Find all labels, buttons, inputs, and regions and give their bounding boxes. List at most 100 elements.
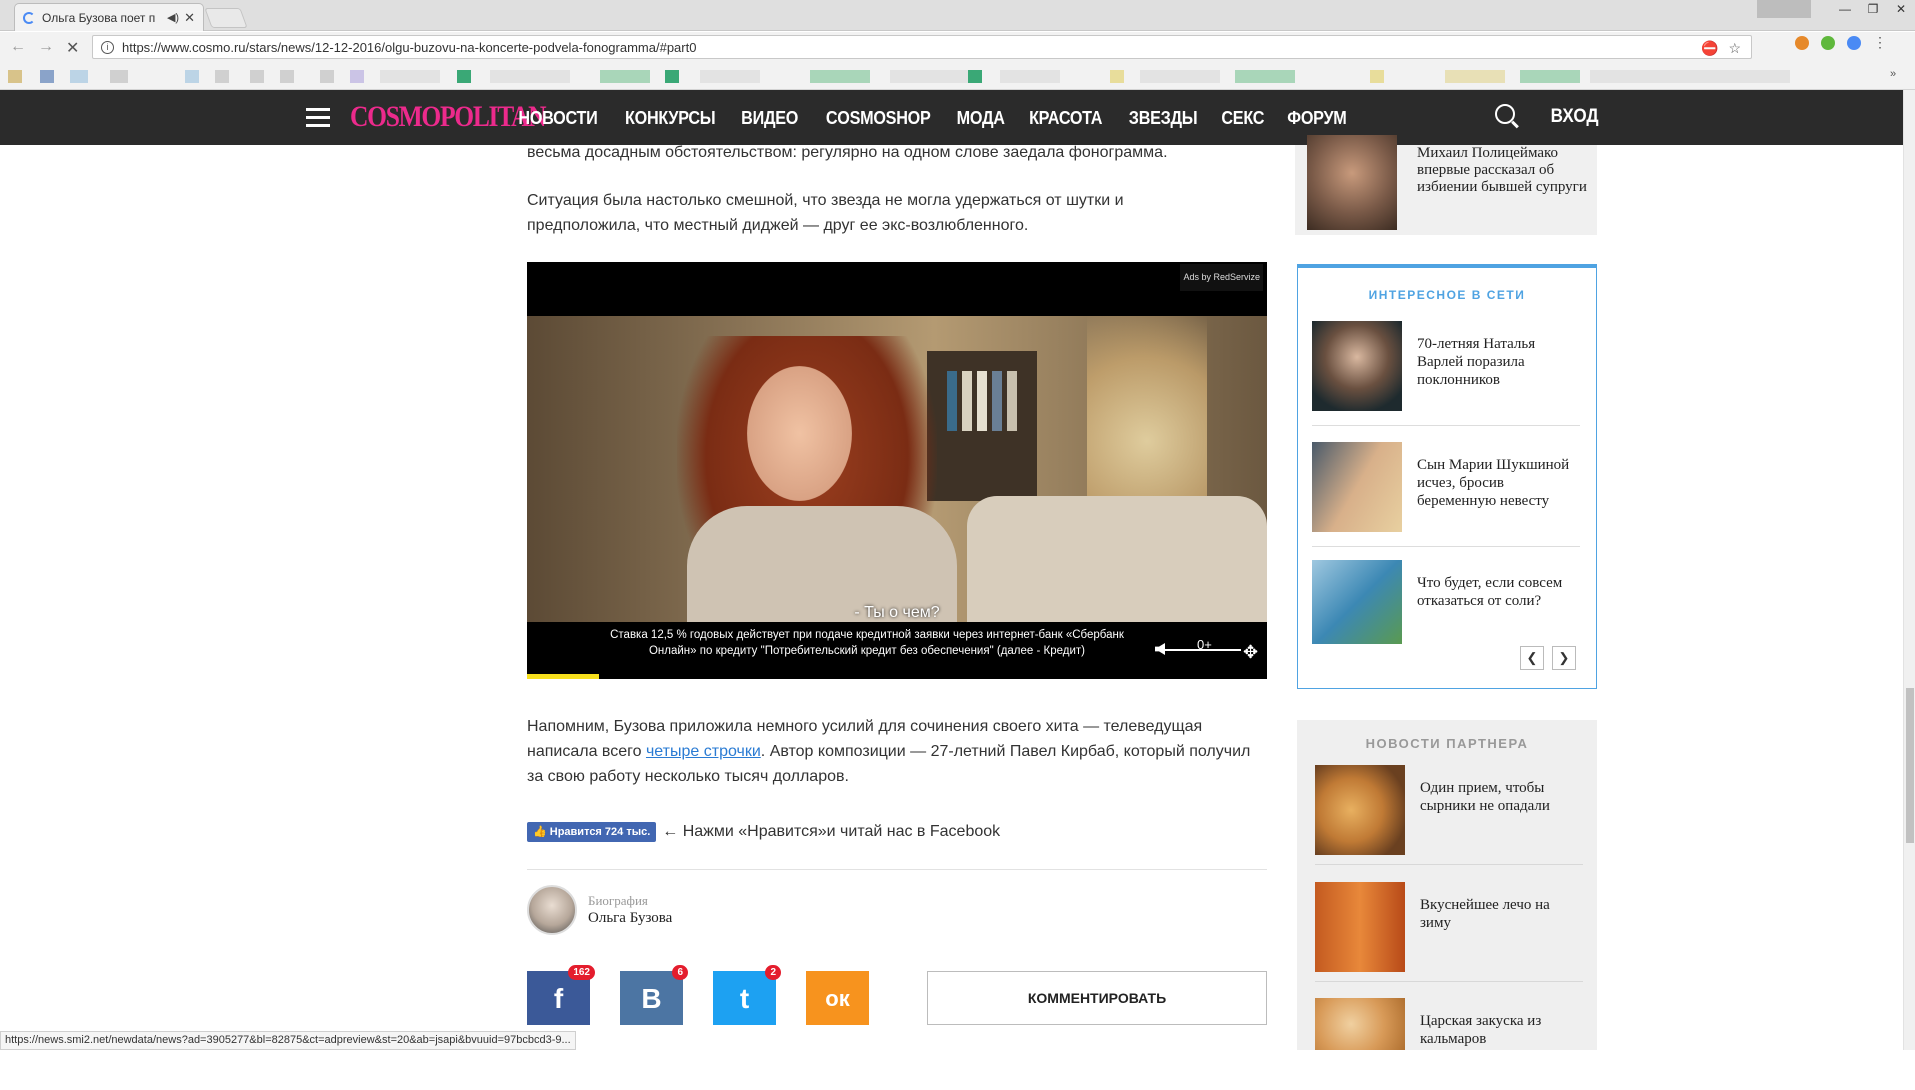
share-vk-button[interactable]: В 6: [620, 965, 688, 1025]
bookmark-item[interactable]: [280, 70, 294, 83]
bookmark-item[interactable]: [320, 70, 334, 83]
widget-item[interactable]: Царская закуска из кальмаров: [1315, 998, 1585, 1090]
bookmark-item[interactable]: [700, 70, 760, 83]
item-thumbnail[interactable]: [1312, 442, 1402, 532]
sidebar-news-card[interactable]: Михаил Полицеймако впервые рассказал об …: [1295, 135, 1597, 235]
bookmark-item[interactable]: [600, 70, 650, 83]
widget-item[interactable]: Вкуснейшее лечо на зиму: [1315, 882, 1585, 974]
bookmark-item[interactable]: [40, 70, 54, 83]
minimize-icon[interactable]: —: [1831, 0, 1859, 18]
paragraph: Напомним, Бузова приложила немного усили…: [527, 718, 1251, 785]
item-title[interactable]: Сын Марии Шукшиной исчез, бросив беремен…: [1417, 456, 1577, 510]
bookmark-item[interactable]: [1445, 70, 1505, 83]
bookmark-item[interactable]: [490, 70, 570, 83]
news-thumbnail[interactable]: [1307, 135, 1397, 230]
menu-item[interactable]: COSMOSHOP: [825, 108, 930, 129]
address-bar[interactable]: i https://www.cosmo.ru/stars/news/12-12-…: [92, 35, 1752, 59]
menu-item[interactable]: МОДА: [957, 108, 1005, 129]
hamburger-menu-icon[interactable]: [306, 108, 330, 127]
menu-item[interactable]: СЕКС: [1221, 108, 1264, 129]
bookmark-item[interactable]: [968, 70, 982, 83]
blocked-icon[interactable]: ⛔: [1701, 40, 1718, 57]
bio-name[interactable]: Ольга Бузова: [588, 909, 672, 927]
menu-item[interactable]: НОВОСТИ: [518, 108, 597, 129]
bookmark-item[interactable]: [215, 70, 229, 83]
comment-button[interactable]: КОММЕНТИРОВАТЬ: [927, 971, 1267, 1025]
item-title[interactable]: Царская закуска из кальмаров: [1420, 1012, 1580, 1048]
widget-item[interactable]: 70-летняя Наталья Варлей поразила поклон…: [1312, 321, 1582, 413]
item-title[interactable]: Один прием, чтобы сырники не опадали: [1420, 779, 1580, 815]
bookmark-item[interactable]: [350, 70, 364, 83]
video-progress[interactable]: [527, 674, 599, 679]
bookmark-item[interactable]: [1110, 70, 1124, 83]
volume-slider[interactable]: [1161, 649, 1241, 651]
new-tab-button[interactable]: [204, 8, 248, 28]
close-window-icon[interactable]: ✕: [1887, 0, 1915, 18]
bio-link[interactable]: Биография Ольга Бузова: [527, 885, 672, 935]
bookmark-item[interactable]: [110, 70, 128, 83]
menu-item[interactable]: ФОРУМ: [1288, 108, 1348, 129]
share-twitter-button[interactable]: t 2: [713, 965, 781, 1025]
item-thumbnail[interactable]: [1312, 560, 1402, 644]
item-thumbnail[interactable]: [1315, 998, 1405, 1050]
widget-item[interactable]: Что будет, если совсем отказаться от сол…: [1312, 560, 1582, 652]
more-bookmarks-icon[interactable]: »: [1890, 69, 1900, 82]
share-facebook-button[interactable]: f 162: [527, 965, 595, 1025]
share-odnoklassniki-button[interactable]: ок: [806, 971, 869, 1025]
bookmark-item[interactable]: [70, 70, 88, 83]
chevron-right-icon[interactable]: ❯: [1552, 646, 1576, 670]
bookmark-item[interactable]: [890, 70, 970, 83]
item-thumbnail[interactable]: [1312, 321, 1402, 411]
bookmark-item[interactable]: [1520, 70, 1580, 83]
menu-item[interactable]: КОНКУРСЫ: [625, 108, 716, 129]
bookmark-item[interactable]: [1140, 70, 1220, 83]
info-icon[interactable]: i: [101, 40, 114, 54]
item-thumbnail[interactable]: [1315, 765, 1405, 855]
bookmark-item[interactable]: [250, 70, 264, 83]
restore-icon[interactable]: ❐: [1859, 0, 1887, 18]
bookmark-item[interactable]: [1590, 70, 1790, 83]
news-title[interactable]: Михаил Полицеймако впервые рассказал об …: [1417, 145, 1587, 196]
menu-dots-icon[interactable]: ⋮: [1873, 35, 1887, 50]
share-count: 6: [672, 965, 688, 980]
bookmark-star-icon[interactable]: ☆: [1728, 40, 1741, 57]
avatar[interactable]: [527, 885, 577, 935]
page-scrollbar[interactable]: [1903, 90, 1915, 1050]
forward-icon[interactable]: →: [38, 38, 54, 56]
widget-item[interactable]: Один прием, чтобы сырники не опадали: [1315, 765, 1585, 857]
inline-link[interactable]: четыре строчки: [646, 743, 761, 760]
browser-tab[interactable]: Ольга Бузова поет п ◀) ✕: [14, 3, 204, 31]
extension-icon[interactable]: [1847, 36, 1861, 50]
menu-item[interactable]: ВИДЕО: [742, 108, 799, 129]
video-player[interactable]: Ads by RedServize - Ты о чем? Ставка 12,…: [527, 262, 1267, 679]
speaker-icon[interactable]: ◀): [167, 11, 179, 24]
facebook-like-button[interactable]: 👍 Нравится 724 тыс.: [527, 821, 657, 842]
chevron-left-icon[interactable]: ❮: [1520, 646, 1544, 670]
close-tab-icon[interactable]: ✕: [184, 10, 195, 26]
login-link[interactable]: ВХОД: [1551, 106, 1599, 128]
search-icon[interactable]: [1495, 104, 1515, 124]
bookmark-item[interactable]: [1235, 70, 1295, 83]
fullscreen-icon[interactable]: ✥: [1243, 640, 1258, 665]
bookmark-item[interactable]: [1000, 70, 1060, 83]
back-icon[interactable]: ←: [10, 38, 26, 56]
item-thumbnail[interactable]: [1315, 882, 1405, 972]
bookmark-item[interactable]: [380, 70, 440, 83]
widget-item[interactable]: Сын Марии Шукшиной исчез, бросив беремен…: [1312, 442, 1582, 534]
extension-icon[interactable]: [1795, 36, 1809, 50]
bookmark-item[interactable]: [8, 70, 22, 83]
bookmark-item[interactable]: [810, 70, 870, 83]
menu-item[interactable]: ЗВЕЗДЫ: [1128, 108, 1197, 129]
bookmark-item[interactable]: [1370, 70, 1384, 83]
stop-icon[interactable]: ✕: [66, 38, 79, 58]
extension-icon[interactable]: [1821, 36, 1835, 50]
scrollbar-thumb[interactable]: [1906, 688, 1914, 843]
menu-item[interactable]: КРАСОТА: [1029, 108, 1102, 129]
bookmark-item[interactable]: [665, 70, 679, 83]
item-title[interactable]: Вкуснейшее лечо на зиму: [1420, 896, 1580, 932]
item-title[interactable]: Что будет, если совсем отказаться от сол…: [1417, 574, 1577, 610]
item-title[interactable]: 70-летняя Наталья Варлей поразила поклон…: [1417, 335, 1577, 389]
bookmark-item[interactable]: [185, 70, 199, 83]
profile-button[interactable]: [1757, 0, 1811, 18]
bookmark-item[interactable]: [457, 70, 471, 83]
